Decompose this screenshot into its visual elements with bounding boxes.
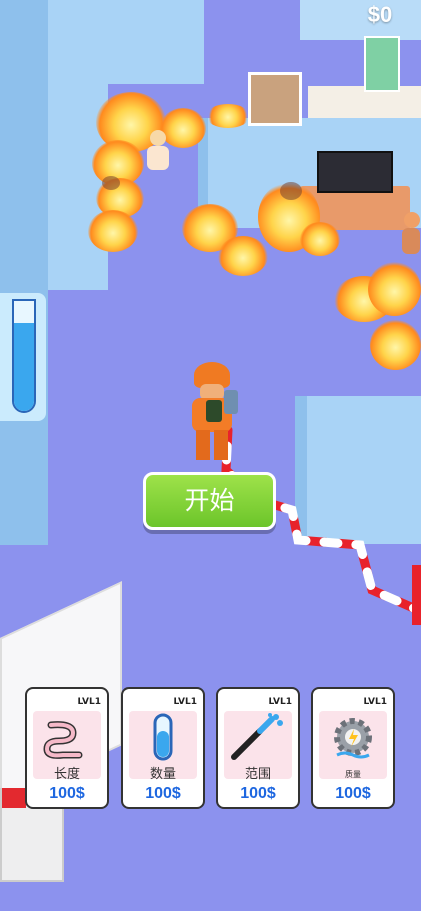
start-button[interactable]: 开始 — [143, 472, 276, 530]
upgrade-price: 100$ — [145, 785, 181, 802]
upgrade-card-quality[interactable]: LVL1 质量 100$ — [311, 687, 395, 809]
upgrade-price: 100$ — [49, 785, 85, 802]
nozzle-spray-icon — [231, 713, 283, 760]
water-tube-icon — [153, 713, 173, 761]
upgrade-name: 长度 — [53, 767, 80, 782]
upgrade-name: 质量 — [345, 770, 361, 779]
hose-length-icon — [43, 721, 83, 759]
upgrade-price: 100$ — [335, 785, 371, 802]
water-gauge — [0, 293, 46, 421]
level-label: LVL1 — [173, 697, 197, 707]
money-counter: $0 — [367, 2, 393, 27]
gear-quality-icon — [334, 718, 372, 759]
upgrade-card-quantity[interactable]: LVL1 数量 100$ — [121, 687, 205, 809]
level-label: LVL1 — [363, 697, 387, 707]
upgrade-card-range[interactable]: LVL1 范围 100$ — [216, 687, 300, 809]
water-level-fill — [14, 323, 34, 411]
level-label: LVL1 — [268, 697, 292, 707]
upgrade-name: 数量 — [149, 767, 176, 782]
firefighter-player — [186, 362, 242, 466]
upgrade-card-length[interactable]: LVL1 长度 100$ — [25, 687, 109, 809]
upgrade-price: 100$ — [240, 785, 276, 802]
upgrade-name: 范围 — [244, 767, 271, 782]
water-tube-icon — [12, 299, 36, 413]
level-label: LVL1 — [77, 697, 101, 707]
